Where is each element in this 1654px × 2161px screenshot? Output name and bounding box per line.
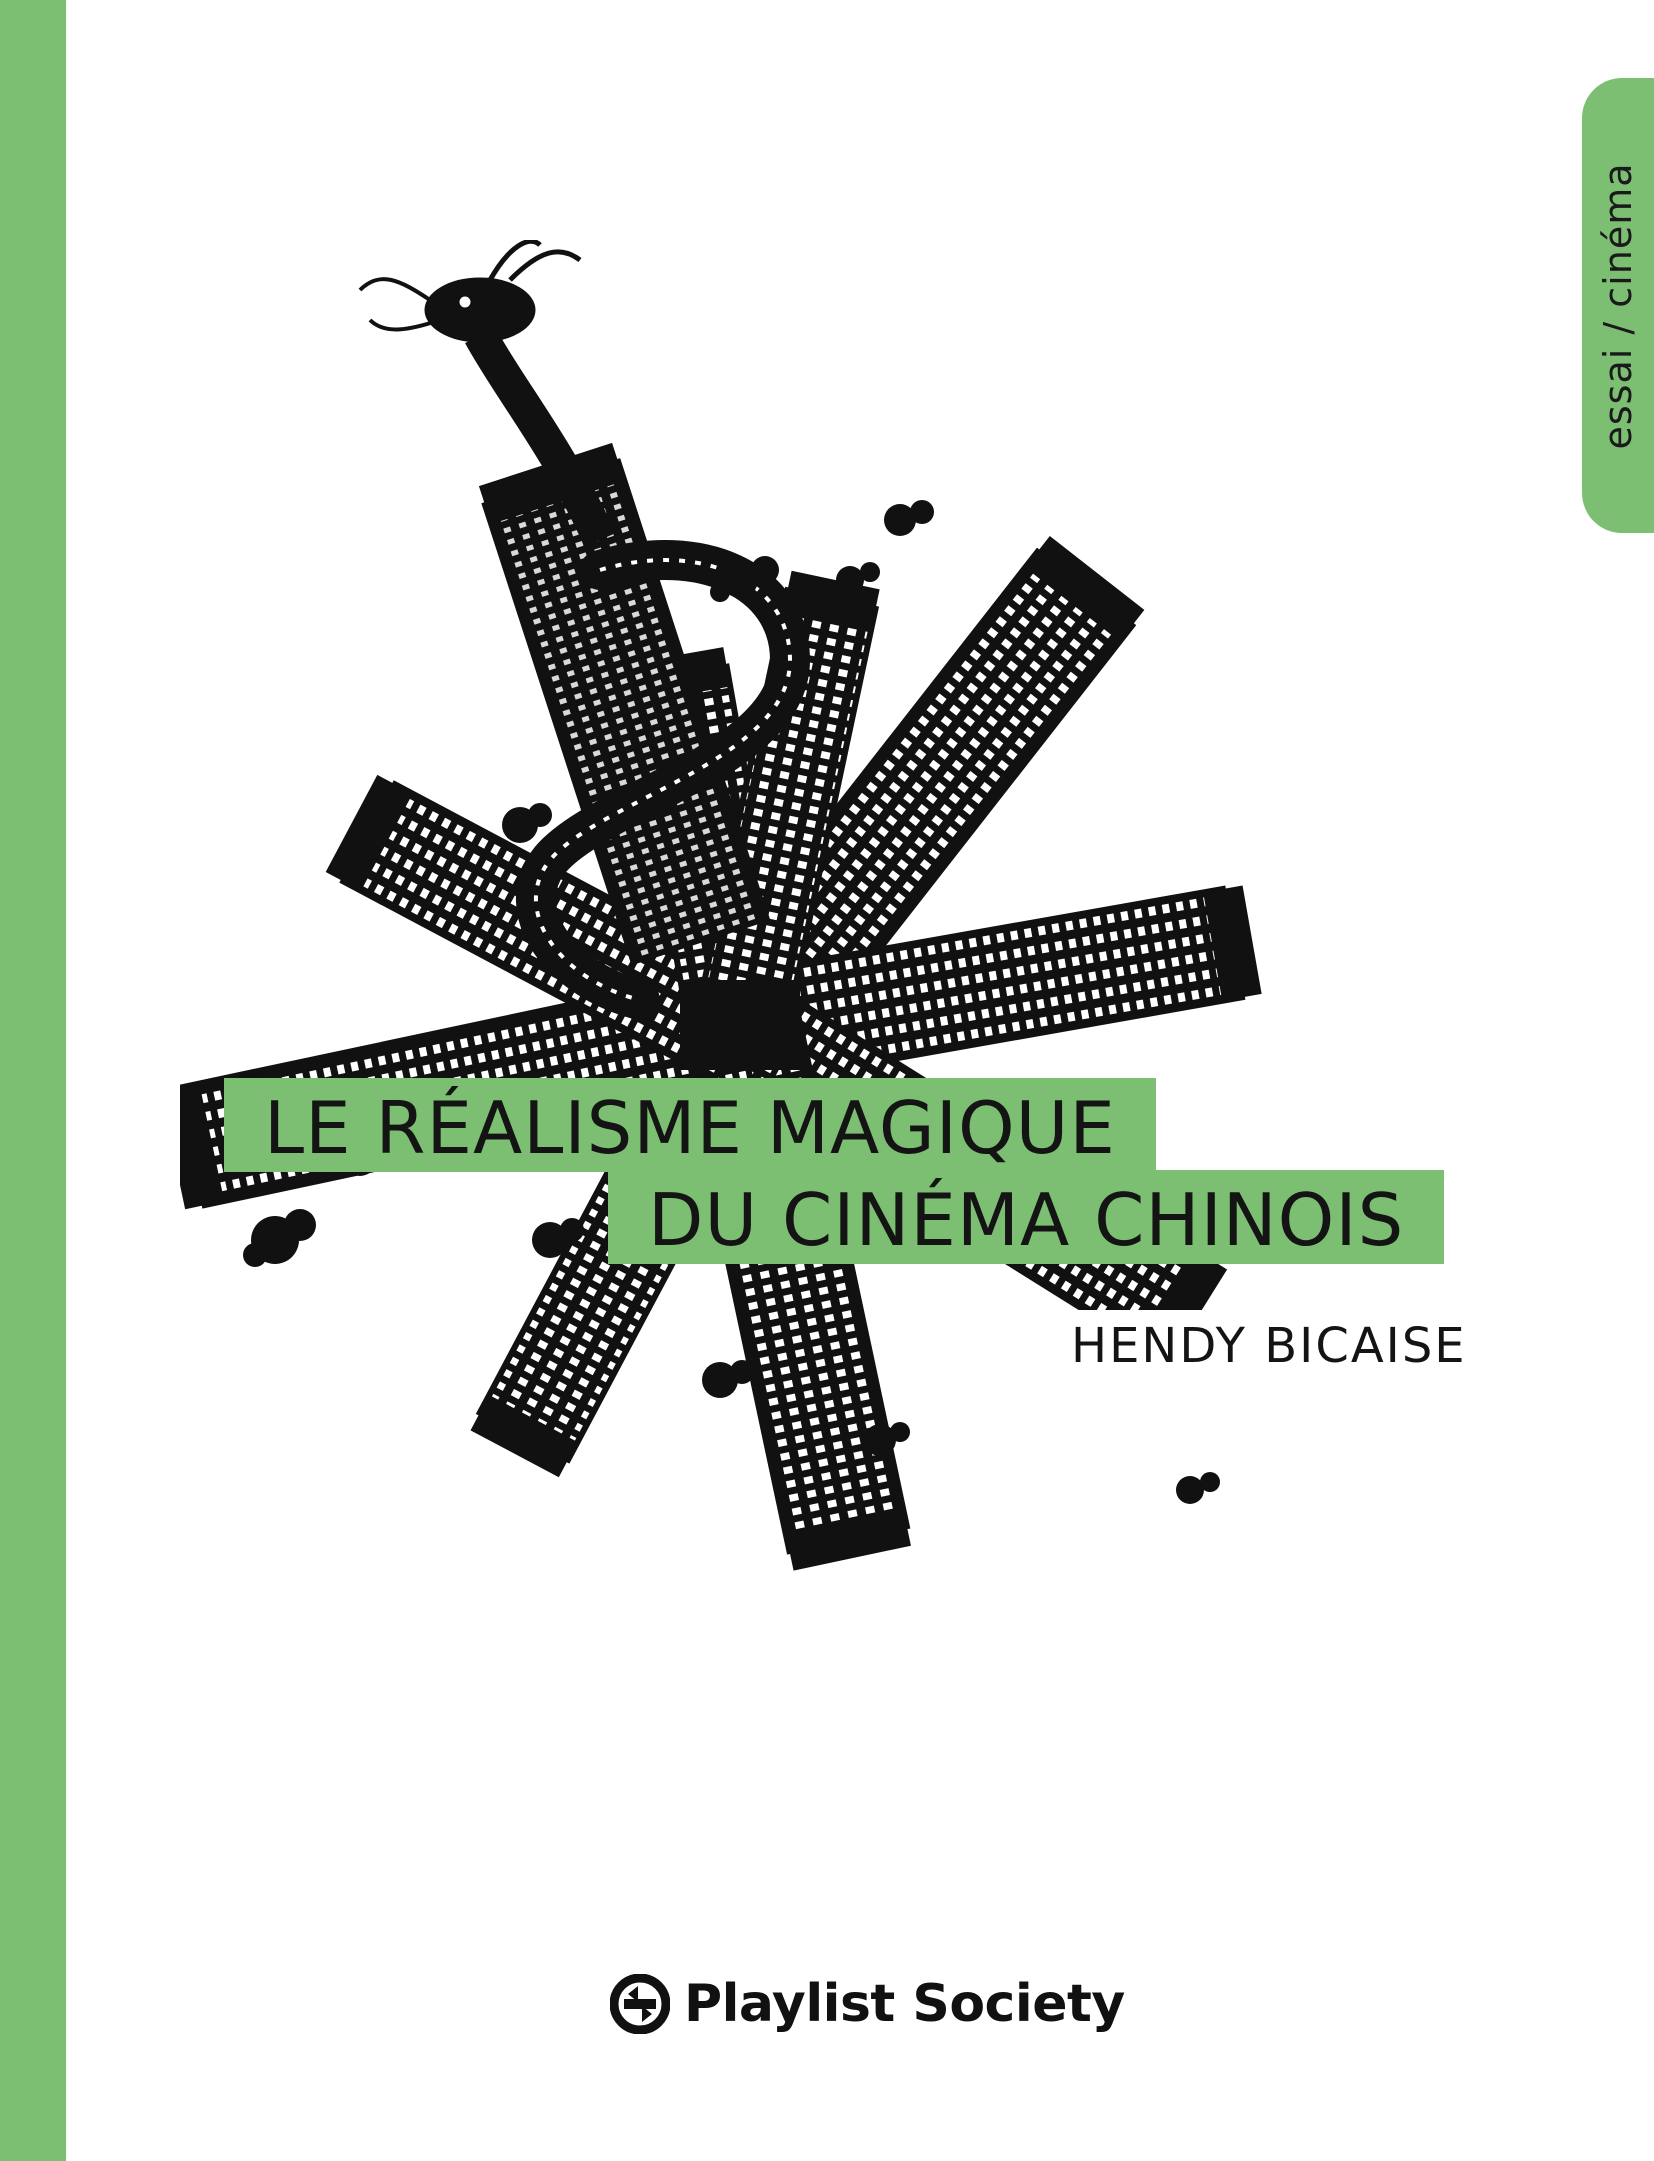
category-label: essai / cinéma — [1596, 162, 1640, 449]
playlist-society-logo-icon — [610, 1974, 670, 2034]
title-line-1: LE RÉALISME MAGIQUE — [224, 1078, 1156, 1172]
skyscraper-cluster — [180, 442, 1262, 1571]
publisher-name: Playlist Society — [684, 1974, 1125, 2034]
green-spine-stripe — [0, 0, 66, 2161]
author-name: HENDY BICAISE — [1045, 1310, 1493, 1382]
title-line-2: DU CINÉMA CHINOIS — [608, 1170, 1445, 1264]
publisher-block: Playlist Society — [610, 1966, 1125, 2042]
category-tab: essai / cinéma — [1582, 78, 1654, 533]
skyscraper-dragon-illustration — [180, 240, 1262, 1571]
